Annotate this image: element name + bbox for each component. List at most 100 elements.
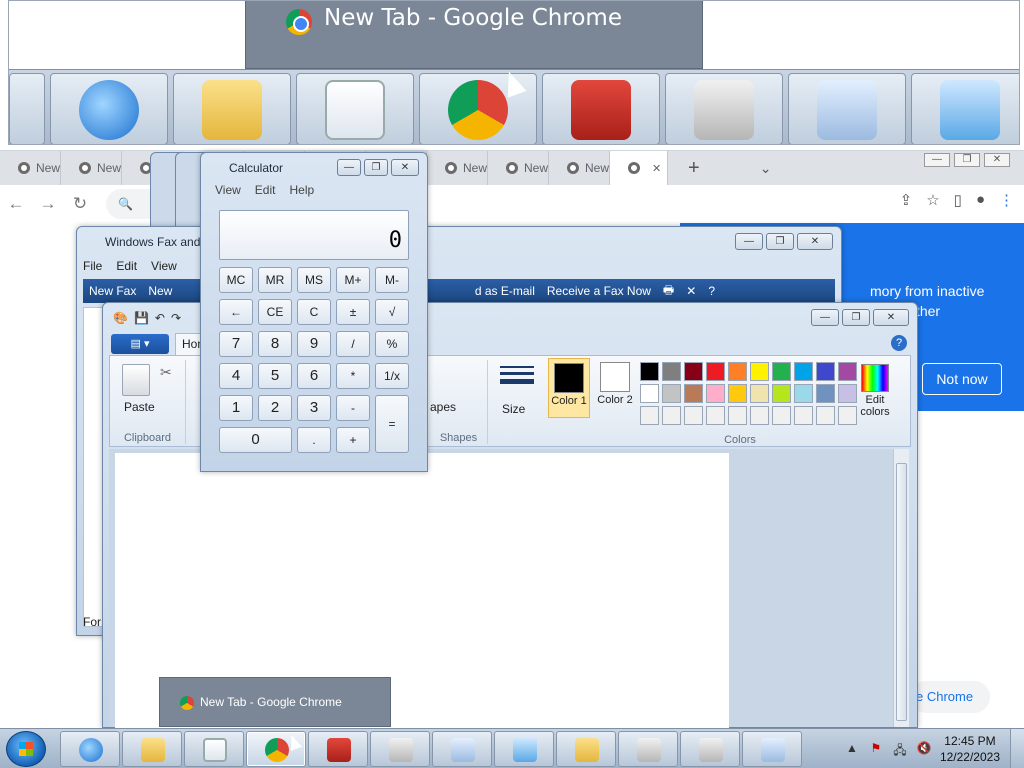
tab-search-icon[interactable]: ⌄ [760,160,772,177]
palette-swatch[interactable] [640,406,659,425]
taskbar-magnifier-button[interactable] [432,731,492,767]
palette-swatch[interactable] [640,362,659,381]
palette-swatch[interactable] [684,406,703,425]
calc-key[interactable]: M- [375,267,409,293]
network-icon[interactable]: 🖧 [892,741,908,757]
taskbar-toolbox-button[interactable] [308,731,368,767]
menu-view[interactable]: View [151,259,177,273]
calc-key[interactable]: CE [258,299,292,325]
calc-key[interactable]: % [375,331,409,357]
close-button[interactable]: ✕ [873,309,909,326]
palette-swatch[interactable] [750,406,769,425]
shapes-button[interactable]: apes [430,400,456,414]
cut-icon[interactable]: ✂ [160,364,172,381]
calc-key[interactable]: . [297,427,331,453]
minimize-button[interactable]: — [811,309,839,326]
new-tab-button[interactable]: + [688,157,700,180]
reload-icon[interactable]: ↻ [64,194,96,214]
paint-file-menu-button[interactable]: ▤ ▾ [111,334,169,354]
palette-swatch[interactable] [816,384,835,403]
print-icon[interactable]: 🖶 [663,281,674,302]
chrome-tab[interactable]: New [488,151,549,185]
taskbar-media-center-button[interactable] [184,731,244,767]
calc-key[interactable]: = [375,395,409,453]
taskbar-plane-button[interactable] [494,731,554,767]
palette-swatch[interactable] [750,384,769,403]
chrome-tab[interactable]: New [549,151,610,185]
color2-button[interactable]: Color 2 [594,358,636,418]
help-icon[interactable]: ? [891,335,907,351]
calc-key[interactable]: 1/x [375,363,409,389]
maximize-button[interactable]: ❐ [766,233,794,250]
redo-icon[interactable]: ↷ [171,311,181,325]
taskbar-explorer-button[interactable] [122,731,182,767]
help-icon[interactable]: ? [708,284,715,298]
taskbar-fax-button[interactable] [680,731,740,767]
receive-fax-button[interactable]: Receive a Fax Now [547,284,651,298]
paste-icon[interactable] [122,364,150,396]
chrome-tab[interactable]: ✕ [610,151,668,185]
vertical-scrollbar[interactable] [893,449,909,727]
calc-key[interactable]: * [336,363,370,389]
minimize-button[interactable]: — [337,159,361,176]
back-icon[interactable]: ← [0,194,32,214]
taskbar-ie-button[interactable] [60,731,120,767]
calc-key[interactable]: MC [219,267,253,293]
forward-email-button[interactable]: d as E-mail [475,284,535,298]
calc-key[interactable]: / [336,331,370,357]
menu-view[interactable]: View [215,183,241,197]
calc-key[interactable]: C [297,299,331,325]
menu-file[interactable]: File [83,259,102,273]
new-fax-button[interactable]: New Fax [89,284,136,298]
chrome-tab[interactable]: New [61,151,122,185]
palette-swatch[interactable] [706,384,725,403]
palette-swatch[interactable] [772,406,791,425]
calc-key[interactable]: 8 [258,331,292,357]
new-button[interactable]: New [148,284,172,298]
calc-key[interactable]: ← [219,299,253,325]
delete-icon[interactable]: ✕ [686,284,696,298]
taskbar-calculator-button[interactable] [618,731,678,767]
calc-key[interactable]: 5 [258,363,292,389]
calc-key[interactable]: ± [336,299,370,325]
calc-key[interactable]: - [336,395,370,421]
palette-swatch[interactable] [772,362,791,381]
color1-button[interactable]: Color 1 [548,358,590,418]
save-icon[interactable]: 💾 [134,311,149,325]
close-button[interactable]: ✕ [984,153,1010,167]
calc-key[interactable]: 6 [297,363,331,389]
calc-key[interactable]: 9 [297,331,331,357]
calc-key[interactable]: 4 [219,363,253,389]
palette-swatch[interactable] [728,362,747,381]
maximize-button[interactable]: ❐ [364,159,388,176]
palette-swatch[interactable] [684,384,703,403]
palette-swatch[interactable] [794,406,813,425]
taskbar-paint-button[interactable] [742,731,802,767]
forward-icon[interactable]: → [32,194,64,214]
palette-swatch[interactable] [728,406,747,425]
calc-key[interactable]: M+ [336,267,370,293]
palette-swatch[interactable] [662,406,681,425]
not-now-button[interactable]: Not now [922,363,1002,395]
palette-swatch[interactable] [750,362,769,381]
minimize-button[interactable]: — [735,233,763,250]
palette-swatch[interactable] [794,384,813,403]
size-lines-icon[interactable] [500,366,534,388]
taskbar-safe-button[interactable] [370,731,430,767]
sidepanel-icon[interactable]: ▯ [954,191,962,209]
tab-close-icon[interactable]: ✕ [652,162,661,175]
calc-key[interactable]: MS [297,267,331,293]
calc-key[interactable]: 2 [258,395,292,421]
customize-chrome-button[interactable]: e Chrome [910,681,990,713]
maximize-button[interactable]: ❐ [842,309,870,326]
palette-swatch[interactable] [816,406,835,425]
calc-key[interactable]: 1 [219,395,253,421]
calc-key[interactable]: + [336,427,370,453]
kebab-menu-icon[interactable]: ⋮ [999,191,1014,209]
edit-colors-button[interactable]: Edit colors [854,364,896,418]
undo-icon[interactable]: ↶ [155,311,165,325]
start-button[interactable] [6,731,46,767]
maximize-button[interactable]: ❐ [954,153,980,167]
palette-swatch[interactable] [640,384,659,403]
palette-swatch[interactable] [662,362,681,381]
